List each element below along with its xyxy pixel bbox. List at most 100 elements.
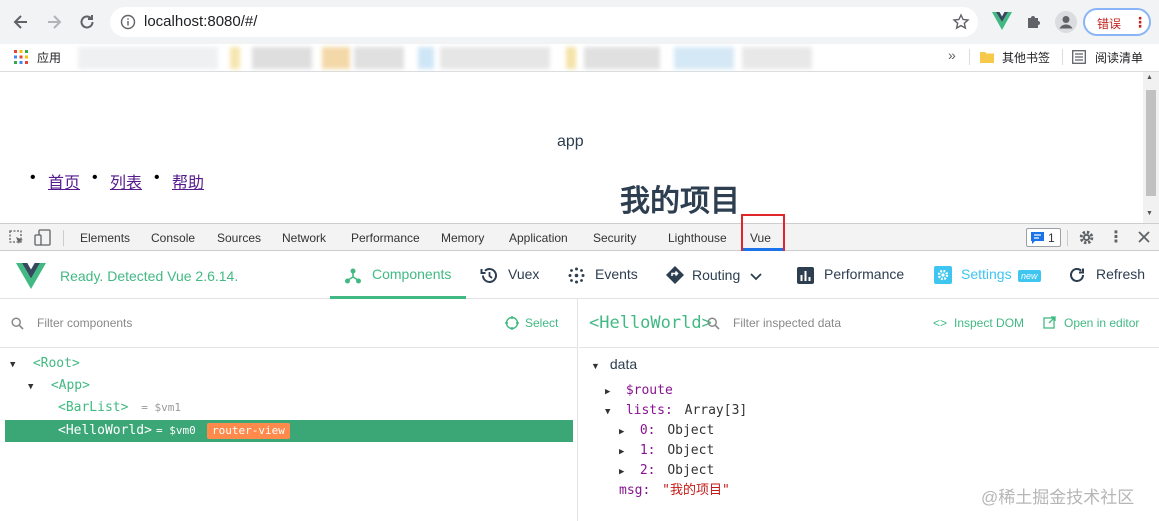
bookmark-divider	[969, 49, 970, 65]
components-icon	[344, 267, 362, 290]
other-bookmarks-label[interactable]: 其他书签	[1002, 49, 1050, 66]
tree-node-root[interactable]: ▼ <Root>	[10, 353, 80, 375]
reading-list-icon	[1072, 50, 1086, 67]
refresh-button[interactable]: Refresh	[1068, 251, 1154, 299]
error-button[interactable]: 错误 ⋮	[1083, 8, 1151, 36]
component-name: <Root>	[32, 356, 80, 371]
url-text[interactable]: localhost:8080/#/	[144, 13, 257, 30]
vuex-button[interactable]: Vuex	[478, 251, 548, 299]
more-bookmarks-chevron[interactable]: »	[948, 47, 956, 63]
back-arrow-icon[interactable]	[11, 12, 31, 32]
blurred-bookmark	[354, 47, 404, 69]
scroll-down-arrow[interactable]: ▼	[1146, 210, 1153, 217]
expand-triangle-icon[interactable]: ▼	[605, 401, 615, 423]
data-section-header[interactable]: ▼ data	[591, 353, 637, 375]
data-filter-input[interactable]: Filter inspected data	[733, 316, 841, 330]
toolbar-divider	[63, 230, 64, 246]
settings-button[interactable]: Settings new	[932, 251, 1047, 299]
tree-node-helloworld[interactable]: <HelloWorld> = $vm0 router-view	[5, 420, 573, 442]
info-icon[interactable]	[120, 14, 136, 35]
tree-node-app[interactable]: ▼ <App>	[28, 375, 90, 397]
inspector-header: <HelloWorld> Filter inspected data <> In…	[579, 299, 1159, 348]
component-filter-input[interactable]: Filter components	[37, 316, 132, 330]
instance-ref: = $vm0	[156, 424, 196, 437]
component-filter-row: Filter components Select	[0, 299, 577, 348]
tab-console[interactable]: Console	[151, 231, 195, 245]
nav-link-home[interactable]: 首页	[48, 169, 80, 193]
expand-triangle-icon[interactable]: ▼	[10, 354, 20, 376]
blurred-bookmark	[674, 47, 734, 69]
highlight-box	[741, 214, 785, 253]
routing-button[interactable]: Routing	[664, 251, 774, 299]
tab-lighthouse[interactable]: Lighthouse	[668, 231, 727, 245]
refresh-label: Refresh	[1096, 266, 1146, 282]
data-value: Object	[667, 423, 715, 438]
tab-memory[interactable]: Memory	[441, 231, 484, 245]
tab-elements[interactable]: Elements	[80, 231, 130, 245]
inspect-element-icon[interactable]	[9, 230, 25, 249]
chevron-down-icon	[750, 269, 762, 287]
open-in-editor-button[interactable]: Open in editor	[1064, 316, 1139, 330]
issues-badge[interactable]: 1	[1026, 228, 1061, 247]
tab-network[interactable]: Network	[282, 231, 326, 245]
tree-node-barlist[interactable]: <BarList> = $vm1	[58, 397, 181, 419]
address-bar[interactable]: localhost:8080/#/	[110, 7, 978, 37]
components-label: Components	[372, 266, 452, 282]
components-button[interactable]: Components	[330, 251, 466, 299]
data-row-item[interactable]: ▶ 1: Object	[619, 440, 714, 462]
select-target-icon[interactable]	[505, 316, 519, 335]
folder-icon	[980, 51, 994, 66]
external-link-icon[interactable]	[1043, 316, 1056, 334]
star-bookmark-icon[interactable]	[952, 13, 970, 36]
vue-toolbar: Ready. Detected Vue 2.6.14. Components V…	[0, 251, 1159, 299]
select-label[interactable]: Select	[525, 316, 558, 330]
forward-arrow-icon[interactable]	[44, 12, 64, 32]
events-icon	[568, 267, 585, 289]
data-row-msg[interactable]: msg: "我的项目"	[619, 480, 730, 502]
more-options-icon[interactable]: ⋮	[1108, 227, 1124, 247]
nav-link-help[interactable]: 帮助	[172, 169, 204, 193]
data-key: 0:	[639, 423, 656, 438]
blurred-bookmark	[418, 47, 434, 69]
extensions-puzzle-icon[interactable]	[1025, 13, 1042, 35]
inspect-dom-button[interactable]: Inspect DOM	[954, 316, 1024, 330]
data-row-route[interactable]: ▶ $route	[605, 380, 673, 402]
tab-security[interactable]: Security	[593, 231, 636, 245]
vue-devtools-extension-icon[interactable]	[992, 12, 1012, 35]
scroll-up-arrow[interactable]: ▲	[1146, 74, 1153, 81]
profile-avatar-icon[interactable]	[1055, 11, 1077, 38]
apps-grid-icon[interactable]	[14, 50, 28, 67]
tab-application[interactable]: Application	[509, 231, 568, 245]
data-key: $route	[625, 383, 673, 398]
page-scrollbar[interactable]: ▲ ▼	[1143, 72, 1159, 223]
data-value: "我的项目"	[662, 483, 730, 498]
device-toolbar-icon[interactable]	[34, 229, 52, 250]
data-row-item[interactable]: ▶ 0: Object	[619, 420, 714, 442]
blurred-bookmark	[440, 47, 550, 69]
reload-icon[interactable]	[77, 12, 97, 32]
settings-gear-icon[interactable]	[1078, 229, 1095, 249]
expand-triangle-icon[interactable]: ▼	[28, 376, 38, 398]
reading-list-label[interactable]: 阅读清单	[1095, 49, 1143, 66]
tab-performance[interactable]: Performance	[351, 231, 420, 245]
data-row-lists[interactable]: ▼ lists: Array[3]	[605, 400, 747, 422]
components-pane: Filter components Select ▼ <Root> ▼ <App…	[0, 299, 578, 521]
data-row-item[interactable]: ▶ 2: Object	[619, 460, 714, 482]
close-icon[interactable]	[1137, 230, 1151, 247]
vue-logo-icon	[16, 263, 46, 294]
issues-count: 1	[1048, 231, 1055, 245]
scrollbar-thumb[interactable]	[1146, 90, 1156, 196]
component-name: <HelloWorld>	[58, 423, 152, 438]
expand-triangle-icon[interactable]: ▼	[591, 355, 601, 377]
performance-button[interactable]: Performance	[795, 251, 915, 299]
tab-sources[interactable]: Sources	[217, 231, 261, 245]
code-brackets-icon[interactable]: <>	[933, 316, 947, 330]
nav-link-list[interactable]: 列表	[110, 169, 142, 193]
apps-label[interactable]: 应用	[37, 49, 61, 66]
blurred-bookmark	[230, 47, 240, 69]
events-label: Events	[595, 266, 638, 282]
inspected-component-name: <HelloWorld>	[589, 313, 712, 333]
events-button[interactable]: Events	[566, 251, 646, 299]
data-value: Object	[667, 443, 715, 458]
inspector-pane: <HelloWorld> Filter inspected data <> In…	[579, 299, 1159, 521]
